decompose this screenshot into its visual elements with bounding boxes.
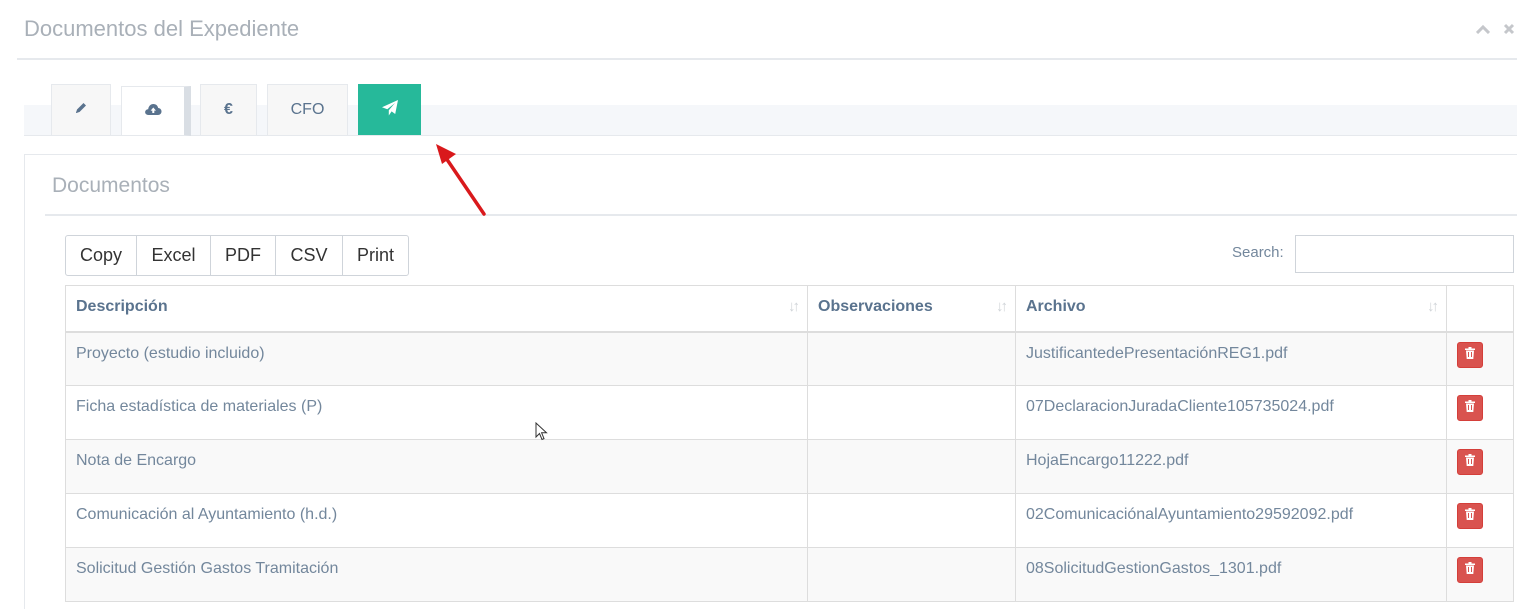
tab-cfo[interactable]: CFO (267, 84, 348, 135)
search-input[interactable] (1295, 235, 1514, 273)
delete-button[interactable] (1457, 395, 1483, 421)
euro-icon: € (224, 101, 233, 118)
pencil-icon (74, 101, 88, 120)
table-row: Proyecto (estudio incluido) Justificante… (65, 331, 1514, 386)
delete-button[interactable] (1457, 503, 1483, 529)
tab-fees[interactable]: € (200, 84, 257, 135)
trash-icon (1465, 561, 1475, 579)
cell-descripcion: Ficha estadística de materiales (P) (65, 385, 808, 440)
table-row: Ficha estadística de materiales (P) 07De… (65, 385, 1514, 440)
search-label: Search: (1232, 244, 1284, 261)
copy-button[interactable]: Copy (65, 235, 137, 276)
column-header-observaciones[interactable]: Observaciones ↓↑ (807, 285, 1016, 333)
print-button[interactable]: Print (342, 235, 409, 276)
chevron-up-icon[interactable] (1475, 20, 1491, 38)
documents-table: Descripción ↓↑ Observaciones ↓↑ Archivo ↓↑ … (65, 285, 1514, 602)
cell-descripcion: Comunicación al Ayuntamiento (h.d.) (65, 493, 808, 548)
tab-cfo-label: CFO (290, 101, 325, 118)
tab-edit[interactable] (51, 84, 111, 135)
excel-button[interactable]: Excel (136, 235, 211, 276)
cell-actions (1446, 385, 1514, 440)
pdf-button[interactable]: PDF (210, 235, 276, 276)
cell-descripcion: Solicitud Gestión Gastos Tramitación (65, 547, 808, 602)
panel-header: Documentos del Expediente (17, 0, 1517, 60)
cell-descripcion: Nota de Encargo (65, 439, 808, 494)
cell-actions (1446, 439, 1514, 494)
trash-icon (1465, 399, 1475, 417)
csv-button[interactable]: CSV (275, 235, 343, 276)
cell-archivo[interactable]: 08SolicitudGestionGastos_1301.pdf (1015, 547, 1447, 602)
trash-icon (1465, 507, 1475, 525)
annotation-arrow (436, 144, 486, 216)
column-header-actions (1446, 285, 1514, 333)
table-row: Solicitud Gestión Gastos Tramitación 08S… (65, 547, 1514, 602)
cell-observaciones (807, 385, 1016, 440)
column-header-descripcion[interactable]: Descripción ↓↑ (65, 285, 808, 333)
close-icon[interactable] (1501, 20, 1517, 38)
cell-actions (1446, 547, 1514, 602)
cell-actions (1446, 493, 1514, 548)
column-header-archivo[interactable]: Archivo ↓↑ (1015, 285, 1447, 333)
cell-archivo[interactable]: 07DeclaracionJuradaCliente105735024.pdf (1015, 385, 1447, 440)
tab-documents[interactable] (121, 86, 191, 136)
cell-observaciones (807, 547, 1016, 602)
delete-button[interactable] (1457, 449, 1483, 475)
column-header-label: Archivo (1026, 298, 1086, 315)
section-divider (45, 214, 1517, 216)
table-row: Comunicación al Ayuntamiento (h.d.) 02Co… (65, 493, 1514, 548)
paper-plane-icon (381, 99, 399, 122)
delete-button[interactable] (1457, 341, 1483, 368)
sort-icon: ↓↑ (788, 298, 800, 315)
table-header-row: Descripción ↓↑ Observaciones ↓↑ Archivo ↓↑ (65, 285, 1514, 333)
cell-actions (1446, 331, 1514, 386)
panel-tools (1475, 20, 1517, 38)
column-header-label: Observaciones (818, 298, 933, 315)
section-title: Documentos (52, 174, 170, 197)
cell-observaciones (807, 439, 1016, 494)
sort-icon: ↓↑ (996, 298, 1008, 315)
tab-send[interactable] (358, 84, 421, 135)
delete-button[interactable] (1457, 557, 1483, 583)
sort-icon: ↓↑ (1427, 298, 1439, 315)
trash-icon (1465, 346, 1475, 364)
panel-title: Documentos del Expediente (24, 16, 300, 41)
mouse-cursor-icon (535, 422, 548, 441)
cloud-upload-icon (144, 102, 162, 121)
cell-descripcion: Proyecto (estudio incluido) (65, 331, 808, 386)
cell-archivo[interactable]: 02ComunicaciónalAyuntamiento29592092.pdf (1015, 493, 1447, 548)
trash-icon (1465, 453, 1475, 471)
table-row: Nota de Encargo HojaEncargo11222.pdf (65, 439, 1514, 494)
column-header-label: Descripción (76, 298, 168, 315)
cell-archivo[interactable]: HojaEncargo11222.pdf (1015, 439, 1447, 494)
export-button-group: Copy Excel PDF CSV Print (65, 235, 409, 276)
cell-observaciones (807, 493, 1016, 548)
cell-archivo[interactable]: JustificantedePresentaciónREG1.pdf (1015, 331, 1447, 386)
cell-observaciones (807, 331, 1016, 386)
